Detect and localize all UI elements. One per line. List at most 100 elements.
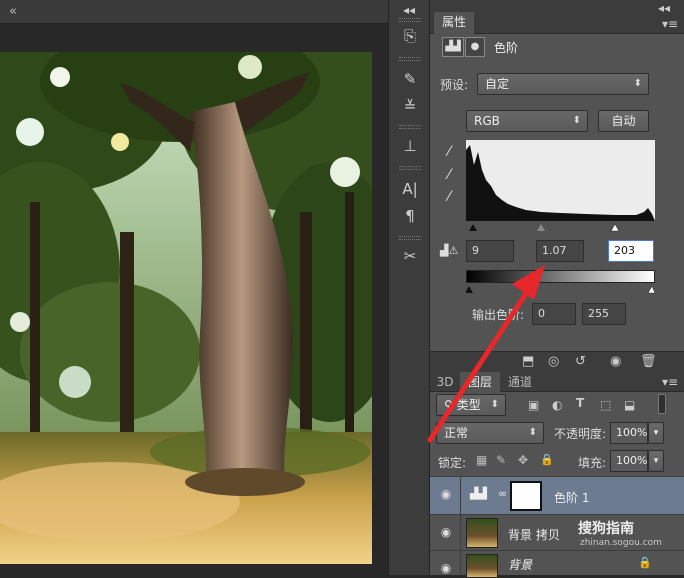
collapse-icon[interactable]: ◂◂ xyxy=(658,2,670,14)
histogram xyxy=(466,140,655,221)
panel-icon-strip: ◂◂ ⎘ ✎ ≚ ⊥ A| ¶ ✂ xyxy=(388,0,430,575)
tab-channels[interactable]: 通道 xyxy=(502,372,538,392)
chevron-updown-icon: ⬍ xyxy=(633,78,642,89)
channel-dropdown[interactable]: RGB ⬍ xyxy=(466,110,588,132)
pixel-filter-icon[interactable]: ▣ xyxy=(528,398,539,412)
levels-adjustment-icon: ▟▟ xyxy=(442,37,464,57)
lock-icon: 🔒 xyxy=(638,556,652,569)
layer-name[interactable]: 色阶 1 xyxy=(554,489,589,506)
collapse-icon[interactable]: « xyxy=(5,4,21,20)
lock-label: 锁定: xyxy=(438,456,467,470)
chevron-updown-icon: ⬍ xyxy=(572,115,581,126)
type-filter-icon[interactable]: T xyxy=(576,396,584,410)
adjustment-filter-icon[interactable]: ◐ xyxy=(552,398,562,412)
input-levels-slider[interactable] xyxy=(466,221,655,232)
reset-icon[interactable]: ↺ xyxy=(575,352,586,372)
search-icon: ⚲ xyxy=(444,398,453,412)
chevron-down-icon[interactable]: ▾ xyxy=(648,422,664,444)
brush-settings-icon[interactable]: ≚ xyxy=(398,95,422,117)
paragraph-icon[interactable]: ¶ xyxy=(398,205,422,227)
histogram-graph xyxy=(466,145,655,221)
white-point-handle xyxy=(610,223,620,232)
layer-mask-icon[interactable]: ● xyxy=(465,37,485,57)
layer-thumbnail[interactable] xyxy=(466,554,498,578)
lock-pixels-icon[interactable]: ✎ xyxy=(496,453,506,467)
visibility-eye-icon[interactable]: ◉ xyxy=(438,487,454,501)
black-point-handle xyxy=(469,224,477,231)
output-white-handle xyxy=(647,285,656,294)
brush-preset-icon[interactable]: ✎ xyxy=(398,68,422,90)
output-white-field[interactable]: 255 xyxy=(582,303,626,325)
auto-button[interactable]: 自动 xyxy=(598,110,649,132)
document-tab-bar: « xyxy=(0,0,388,24)
output-levels-slider[interactable] xyxy=(465,283,656,294)
layer-row-background[interactable]: ◉ 背景 🔒 xyxy=(430,550,684,578)
white-eyedropper-icon[interactable]: ⁄ xyxy=(440,188,458,206)
lock-all-icon[interactable]: 🔒 xyxy=(540,453,554,466)
shape-filter-icon[interactable]: ⬚ xyxy=(600,398,611,412)
blend-mode-dropdown[interactable]: 正常 ⬍ xyxy=(436,422,544,444)
watermark-text: 搜狗指南 xyxy=(578,521,634,537)
input-slider-track xyxy=(469,223,620,232)
output-slider-track xyxy=(465,285,656,294)
clipping-warning-icon[interactable]: ▟⚠ xyxy=(440,244,458,257)
forest-photo[interactable] xyxy=(0,52,372,564)
grip-icon[interactable] xyxy=(399,236,421,240)
tab-properties[interactable]: 属性 xyxy=(434,12,474,34)
canvas-area[interactable]: « xyxy=(0,0,388,575)
history-icon[interactable]: ⎘ xyxy=(398,25,422,47)
layers-tab-bar: 3D 图层 通道 ▾≡ xyxy=(430,372,684,392)
trash-icon[interactable]: 🗑 xyxy=(640,352,657,372)
visibility-eye-icon[interactable]: ◉ xyxy=(438,525,454,539)
character-icon[interactable]: A| xyxy=(398,178,422,200)
blend-mode-value: 正常 xyxy=(444,426,469,440)
filter-toggle[interactable] xyxy=(658,394,666,414)
watermark-url: zhinan.sogou.com xyxy=(580,538,662,548)
clip-to-layer-icon[interactable]: ⬒ xyxy=(522,352,534,372)
chevron-down-icon[interactable]: ▾ xyxy=(648,450,664,472)
output-levels-label: 输出色阶: xyxy=(472,308,525,322)
grip-icon[interactable] xyxy=(399,125,421,129)
gray-eyedropper-icon[interactable]: ⁄ xyxy=(440,166,458,184)
layer-thumbnail[interactable] xyxy=(466,518,498,548)
clone-source-icon[interactable]: ⊥ xyxy=(398,135,422,157)
opacity-field[interactable]: 100% xyxy=(610,422,648,444)
chain-link-icon[interactable]: ∞ xyxy=(498,487,507,500)
layer-row-levels[interactable]: ◉ ▟▟ ∞ 色阶 1 xyxy=(430,476,684,515)
output-black-handle xyxy=(465,286,473,293)
lock-position-icon[interactable]: ✥ xyxy=(518,453,528,467)
channel-value: RGB xyxy=(474,114,500,128)
tab-3d[interactable]: 3D xyxy=(432,372,458,392)
preset-dropdown[interactable]: 自定 ⬍ xyxy=(477,73,649,95)
grip-icon[interactable] xyxy=(399,57,421,61)
layer-name[interactable]: 背景 xyxy=(508,556,532,573)
output-black-field[interactable]: 0 xyxy=(532,303,576,325)
preset-value: 自定 xyxy=(485,77,510,91)
output-gradient-bar xyxy=(466,270,655,283)
fill-label: 填充: xyxy=(578,456,607,470)
lock-transparency-icon[interactable]: ▦ xyxy=(476,453,487,467)
visibility-eye-icon[interactable]: ◉ xyxy=(438,561,454,575)
levels-adjustment-icon: ▟▟ xyxy=(470,487,487,500)
properties-panel: ◂◂ 属性 ▾≡ ▟▟ ● 色阶 预设: 自定 ⬍ RGB ⬍ 自动 ⁄ ⁄ ⁄… xyxy=(430,0,684,372)
input-black-field[interactable]: 9 xyxy=(466,240,514,262)
fill-field[interactable]: 100% xyxy=(610,450,648,472)
grip-icon[interactable] xyxy=(399,18,421,22)
layer-filter-dropdown[interactable]: ⚲ 类型 ⬍ xyxy=(436,394,506,416)
visibility-eye-icon[interactable]: ◉ xyxy=(610,352,621,372)
layer-name[interactable]: 背景 拷贝 xyxy=(508,526,560,543)
smart-object-filter-icon[interactable]: ⬓ xyxy=(624,398,635,412)
input-white-field[interactable]: 203 xyxy=(608,240,654,262)
layer-mask-thumbnail[interactable] xyxy=(510,481,542,511)
panel-menu-icon[interactable]: ▾≡ xyxy=(662,18,678,30)
forest-image xyxy=(0,52,372,564)
tab-layers[interactable]: 图层 xyxy=(460,372,500,392)
grip-icon[interactable] xyxy=(399,166,421,170)
panel-menu-icon[interactable]: ▾≡ xyxy=(662,376,678,388)
collapse-icon[interactable]: ◂◂ xyxy=(403,4,415,16)
tools-icon[interactable]: ✂ xyxy=(398,245,422,267)
black-eyedropper-icon[interactable]: ⁄ xyxy=(440,143,458,161)
input-gamma-field[interactable]: 1.07 xyxy=(536,240,584,262)
opacity-label: 不透明度: xyxy=(554,427,607,441)
view-previous-icon[interactable]: ◎ xyxy=(548,352,559,372)
